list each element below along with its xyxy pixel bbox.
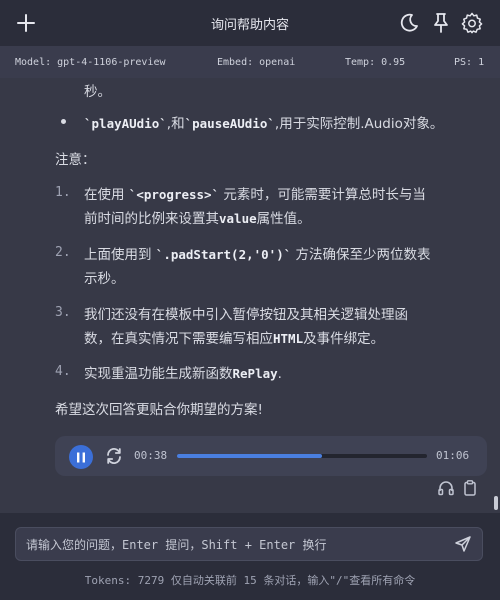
model-label: Model: gpt-4-1106-preview [15,57,166,68]
list-text: 前时间的比例来设置其 [84,211,219,227]
list-item: 我们还没有在模板中引入暂停按钮及其相关逻辑处理函 [84,307,408,323]
bullet-text: ,和 [166,116,185,132]
audio-player: 00:38 01:06 [55,436,487,476]
list-text: 方法确保至少两位数表 [291,247,431,263]
pin-icon[interactable] [429,11,453,35]
list-number: 3. [55,305,71,320]
list-text: 在使用 [84,187,129,203]
progress-fill [177,454,322,458]
list-item: 上面使用到 `.padStart(2,'0')` 方法确保至少两位数表 [84,243,431,263]
inline-code: HTML [273,331,304,346]
bullet-item: `playAUdio`,和`pauseAUdio`,用于实际控制.Audio对象… [84,112,443,132]
question-input-box [15,527,483,561]
inline-code: value [219,211,257,226]
chat-app: 询问帮助内容 Model: gpt-4-1106-preview Embed: … [0,0,500,600]
gear-icon[interactable] [460,11,484,35]
list-item: 实现重温功能生成新函数RePlay. [84,362,282,382]
message-line: 秒。 [84,84,111,100]
list-text: 数，在真实情况下需要编写相应 [84,331,273,347]
total-time: 01:06 [436,449,470,462]
question-input[interactable] [24,534,448,556]
inline-code: `pauseAUdio` [184,116,275,131]
inline-code: RePlay [232,366,278,381]
list-item: 在使用 `<progress>` 元素时，可能需要计算总时长与当 [84,183,426,203]
list-text: . [277,366,282,382]
model-info-bar: Model: gpt-4-1106-preview Embed: openai … [0,46,500,79]
list-text: 元素时，可能需要计算总时长与当 [219,187,426,203]
list-number: 2. [55,245,71,260]
bullet-dot [61,119,66,124]
inline-code: `.padStart(2,'0')` [155,247,292,262]
list-text: 属性值。 [256,211,311,227]
header-bar: 询问帮助内容 [0,0,500,46]
progress-bar[interactable] [177,454,427,458]
scrollbar-thumb[interactable] [494,496,498,510]
copy-icon[interactable] [461,479,479,497]
plus-icon[interactable] [14,11,38,35]
moon-icon[interactable] [397,11,421,35]
send-icon[interactable] [454,535,472,553]
inline-code: `<progress>` [128,187,220,202]
inline-code: `playAUdio` [84,116,167,131]
list-text: 实现重温功能生成新函数 [84,366,233,382]
embed-label: Embed: openai [217,57,296,68]
temp-label: Temp: 0.95 [345,57,406,68]
list-item-cont: 示秒。 [84,271,125,287]
loop-icon[interactable] [104,446,124,466]
headphones-icon[interactable] [437,479,455,497]
pause-button[interactable] [69,445,93,469]
input-area: Tokens: 7279 仅自动关联前 15 条对话，输入"/"查看所有命令 [0,513,500,600]
list-number: 1. [55,185,71,200]
page-title: 询问帮助内容 [210,17,289,33]
token-hint: Tokens: 7279 仅自动关联前 15 条对话，输入"/"查看所有命令 [84,574,416,587]
bullet-text: ,用于实际控制.Audio对象。 [274,116,444,132]
list-item-cont: 前时间的比例来设置其value属性值。 [84,207,311,227]
closing-text: 希望这次回答更贴合你期望的方案! [55,402,263,418]
list-text: 及事件绑定。 [303,331,385,347]
note-heading: 注意： [55,152,96,168]
assistant-message: 秒。 `playAUdio`,和`pauseAUdio`,用于实际控制.Audi… [0,78,500,513]
pause-icon [77,452,85,462]
current-time: 00:38 [134,449,168,462]
list-number: 4. [55,364,71,379]
list-text: 上面使用到 [84,247,156,263]
ps-label: PS: 1 [454,57,485,68]
list-item-cont: 数，在真实情况下需要编写相应HTML及事件绑定。 [84,327,384,347]
